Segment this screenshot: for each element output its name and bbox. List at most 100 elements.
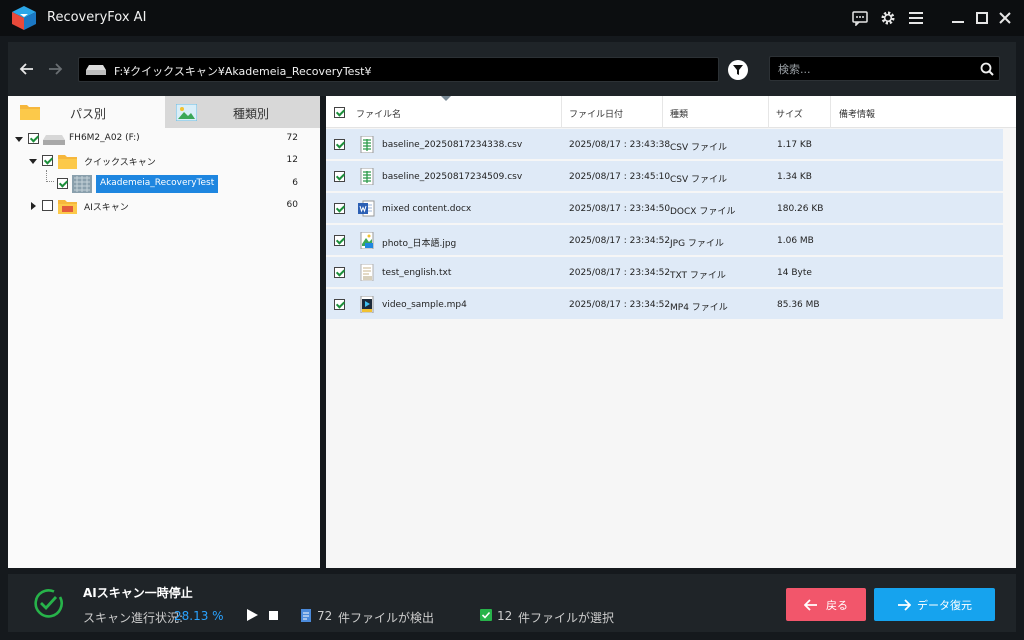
table-row[interactable]: baseline_20250817234509.csv 2025/08/17 :… xyxy=(326,161,1003,192)
file-size: 1.06 MB xyxy=(777,236,814,246)
column-header-type[interactable]: 種類 xyxy=(663,96,769,128)
path-text: F:¥クイックスキャン¥Akademeia_RecoveryTest¥ xyxy=(114,65,372,78)
maximize-icon[interactable] xyxy=(972,8,992,28)
check-circle-icon xyxy=(34,589,63,618)
arrow-right-icon xyxy=(898,598,911,611)
tree-item-ai-scan[interactable]: AIスキャン 60 xyxy=(8,196,320,216)
progress-value: 28.13 % xyxy=(174,609,224,623)
file-name: baseline_20250817234338.csv xyxy=(382,140,523,150)
search-icon[interactable] xyxy=(977,59,997,79)
back-button-label: 戻る xyxy=(826,598,848,612)
file-name: mixed content.docx xyxy=(382,204,472,214)
column-header-date[interactable]: ファイル日付 xyxy=(562,96,663,128)
file-size: 1.34 KB xyxy=(777,172,812,182)
file-date: 2025/08/17 : 23:43:38 xyxy=(569,140,671,150)
expand-toggle-icon[interactable] xyxy=(31,202,36,210)
found-count: 72 xyxy=(317,609,333,623)
back-button[interactable]: 戻る xyxy=(786,588,866,621)
text-file-icon xyxy=(360,264,374,281)
folder-icon xyxy=(58,155,77,169)
file-size: 180.26 KB xyxy=(777,204,824,214)
table-header: ファイル名 ファイル日付 種類 サイズ 備考情報 xyxy=(326,96,1016,128)
file-size: 1.17 KB xyxy=(777,140,812,150)
file-date: 2025/08/17 : 23:34:52 xyxy=(569,236,671,246)
expand-toggle-icon[interactable] xyxy=(15,137,23,142)
tree-item-drive[interactable]: FH6M2_A02 (F:) 72 xyxy=(8,129,320,149)
csv-file-icon xyxy=(360,136,374,153)
folder-tree-panel: パス別 種類別 FH6M2_A02 (F:) 72 クイックスキャン 12 Ak… xyxy=(8,96,320,568)
file-name: test_english.txt xyxy=(382,268,452,278)
table-row[interactable]: mixed content.docx 2025/08/17 : 23:34:50… xyxy=(326,193,1003,224)
column-header-note[interactable]: 備考情報 xyxy=(831,96,1016,128)
tab-by-type[interactable]: 種類別 xyxy=(165,96,320,128)
image-type-icon xyxy=(176,104,197,121)
column-header-name[interactable]: ファイル名 xyxy=(356,96,562,128)
progress-label: スキャン進行状況: xyxy=(83,611,184,625)
tree-count: 12 xyxy=(286,155,298,165)
select-all-checkbox[interactable] xyxy=(334,107,345,118)
forward-arrow-icon[interactable] xyxy=(46,60,64,78)
csv-file-icon xyxy=(360,168,374,185)
gear-icon[interactable] xyxy=(878,8,898,28)
file-date: 2025/08/17 : 23:34:50 xyxy=(569,204,671,214)
status-bar: AIスキャン一時停止 スキャン進行状況: 28.13 % 72 件ファイルが検出… xyxy=(8,574,1016,632)
scan-status-title: AIスキャン一時停止 xyxy=(83,586,193,600)
search-box xyxy=(769,56,1000,81)
play-icon[interactable] xyxy=(247,609,258,621)
selected-label: 件ファイルが選択 xyxy=(518,611,615,625)
tree-count: 72 xyxy=(286,133,298,143)
tree-label: クイックスキャン xyxy=(84,158,156,168)
tree-count: 6 xyxy=(292,178,298,188)
tab-by-path[interactable]: パス別 xyxy=(8,96,165,128)
app-logo-icon xyxy=(12,6,36,30)
video-file-icon xyxy=(360,296,374,313)
path-field[interactable]: F:¥クイックスキャン¥Akademeia_RecoveryTest¥ xyxy=(78,57,719,82)
checkbox[interactable] xyxy=(57,178,68,189)
table-row[interactable]: photo_日本語.jpg 2025/08/17 : 23:34:52 JPG … xyxy=(326,225,1003,256)
table-row[interactable]: test_english.txt 2025/08/17 : 23:34:52 T… xyxy=(326,257,1003,288)
file-date: 2025/08/17 : 23:34:52 xyxy=(569,300,671,310)
minimize-icon[interactable] xyxy=(948,8,968,28)
row-checkbox[interactable] xyxy=(334,299,345,310)
app-title: RecoveryFox AI xyxy=(47,10,147,25)
tree-connector xyxy=(46,170,54,182)
tree-item-quick-scan[interactable]: クイックスキャン 12 xyxy=(8,151,320,171)
file-type: MP4 ファイル xyxy=(670,303,728,313)
file-date: 2025/08/17 : 23:34:52 xyxy=(569,268,671,278)
checked-box-icon xyxy=(480,609,492,621)
recover-button-label: データ復元 xyxy=(917,598,972,612)
ai-folder-icon xyxy=(58,200,77,214)
back-arrow-icon[interactable] xyxy=(18,60,36,78)
row-checkbox[interactable] xyxy=(334,139,345,150)
checkbox[interactable] xyxy=(42,200,53,211)
filter-icon[interactable] xyxy=(728,60,748,80)
row-checkbox[interactable] xyxy=(334,235,345,246)
column-header-size[interactable]: サイズ xyxy=(769,96,831,128)
feedback-icon[interactable] xyxy=(850,8,870,28)
selected-count: 12 xyxy=(497,609,513,623)
folder-icon xyxy=(20,105,40,120)
expand-toggle-icon[interactable] xyxy=(29,159,37,164)
row-checkbox[interactable] xyxy=(334,171,345,182)
checkbox[interactable] xyxy=(42,155,53,166)
address-bar: F:¥クイックスキャン¥Akademeia_RecoveryTest¥ xyxy=(8,42,1016,96)
close-icon[interactable] xyxy=(995,8,1015,28)
found-label: 件ファイルが検出 xyxy=(338,611,435,625)
menu-icon[interactable] xyxy=(906,8,926,28)
row-checkbox[interactable] xyxy=(334,267,345,278)
recover-button[interactable]: データ復元 xyxy=(874,588,995,621)
tree-item-recovery-test[interactable]: Akademeia_RecoveryTest 6 xyxy=(8,170,320,194)
drive-icon xyxy=(43,135,65,145)
table-row[interactable]: baseline_20250817234338.csv 2025/08/17 :… xyxy=(326,129,1003,160)
row-checkbox[interactable] xyxy=(334,203,345,214)
search-input[interactable] xyxy=(778,61,968,77)
file-name: baseline_20250817234509.csv xyxy=(382,172,523,182)
stop-icon[interactable] xyxy=(269,611,278,620)
tree-label: Akademeia_RecoveryTest xyxy=(96,175,219,193)
document-icon xyxy=(301,609,311,622)
table-row[interactable]: video_sample.mp4 2025/08/17 : 23:34:52 M… xyxy=(326,289,1003,320)
checkbox[interactable] xyxy=(28,133,39,144)
file-type: DOCX ファイル xyxy=(670,207,736,217)
tree-count: 60 xyxy=(286,200,298,210)
file-name: video_sample.mp4 xyxy=(382,300,467,310)
